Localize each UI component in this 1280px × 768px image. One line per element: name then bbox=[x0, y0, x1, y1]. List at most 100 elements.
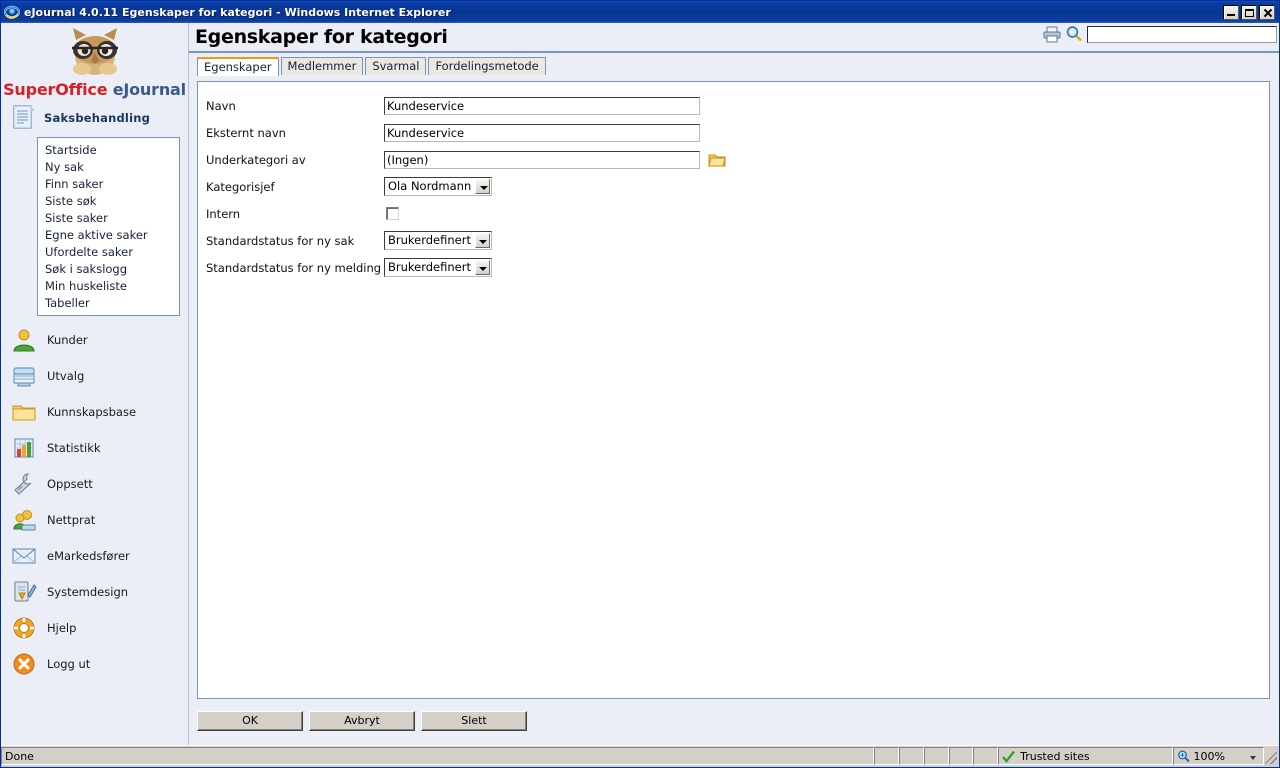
submenu-item-ny-sak[interactable]: Ny sak bbox=[38, 158, 179, 175]
delete-button[interactable]: Slett bbox=[421, 711, 527, 731]
submenu-item-tabeller[interactable]: Tabeller bbox=[38, 294, 179, 311]
sidebar-item-label: eMarkedsfører bbox=[47, 549, 130, 563]
sidebar-item-label: Hjelp bbox=[47, 621, 77, 635]
form-row-intern: Intern bbox=[206, 200, 1269, 227]
sidebar-group-label: Saksbehandling bbox=[44, 111, 151, 125]
sidebar-item-kunder[interactable]: Kunder bbox=[1, 322, 188, 358]
standardstatus-melding-select[interactable]: Brukerdefinert bbox=[384, 258, 492, 277]
search-input[interactable] bbox=[1087, 25, 1277, 43]
sidebar-item-emarkedsforer[interactable]: eMarkedsfører bbox=[1, 538, 188, 574]
title-bar: eJournal 4.0.11 Egenskaper for kategori … bbox=[1, 1, 1279, 23]
underkategori-label: Underkategori av bbox=[206, 152, 306, 167]
sidebar-item-statistikk[interactable]: Statistikk bbox=[1, 430, 188, 466]
submenu-item-egne-aktive-saker[interactable]: Egne aktive saker bbox=[38, 226, 179, 243]
form-row-navn: Navn bbox=[206, 92, 1269, 119]
submenu-item-startside[interactable]: Startside bbox=[38, 141, 179, 158]
printer-icon[interactable] bbox=[1043, 25, 1061, 43]
envelope-icon bbox=[12, 548, 36, 564]
archive-basket-icon bbox=[13, 367, 35, 387]
tab-egenskaper[interactable]: Egenskaper bbox=[197, 57, 279, 76]
form-row-kategorisjef: Kategorisjef Ola Nordmann bbox=[206, 173, 1269, 200]
resize-grip[interactable] bbox=[1264, 747, 1278, 765]
sidebar-item-utvalg[interactable]: Utvalg bbox=[1, 358, 188, 394]
kategorisjef-select[interactable]: Ola Nordmann bbox=[384, 177, 493, 196]
eksternt-navn-input[interactable] bbox=[384, 123, 700, 142]
logout-circle-x-icon bbox=[13, 653, 35, 675]
sidebar-item-nettprat[interactable]: Nettprat bbox=[1, 502, 188, 538]
brand-superoffice: SuperOffice bbox=[3, 80, 108, 99]
standardstatus-sak-select[interactable]: Brukerdefinert bbox=[384, 231, 492, 250]
chevron-down-icon[interactable] bbox=[474, 260, 490, 275]
status-text: Done bbox=[1, 747, 875, 765]
status-cell-blank-2 bbox=[899, 747, 924, 765]
submenu-item-sok-i-sakslogg[interactable]: Søk i sakslogg bbox=[38, 260, 179, 277]
status-bar: Done Trusted sites 100% bbox=[1, 745, 1279, 767]
submenu-item-siste-saker[interactable]: Siste saker bbox=[38, 209, 179, 226]
green-check-icon bbox=[1002, 750, 1016, 763]
chevron-down-icon[interactable] bbox=[474, 233, 490, 248]
minimize-button[interactable] bbox=[1223, 4, 1239, 20]
form-row-standardstatus-sak: Standardstatus for ny sak Brukerdefinert bbox=[206, 227, 1269, 254]
submenu-item-min-huskeliste[interactable]: Min huskeliste bbox=[38, 277, 179, 294]
folder-icon bbox=[12, 405, 36, 421]
status-cell-blank-1 bbox=[874, 747, 900, 765]
internet-explorer-icon bbox=[4, 4, 20, 20]
status-cell-blank-5 bbox=[973, 747, 999, 765]
sidebar-item-label: Utvalg bbox=[47, 369, 85, 383]
zoom-level-label: 100% bbox=[1193, 749, 1225, 763]
underkategori-input[interactable] bbox=[384, 150, 700, 169]
header-tools bbox=[1043, 25, 1277, 43]
brand-ejournal: eJournal bbox=[112, 80, 186, 99]
owl-logo-icon bbox=[71, 28, 118, 75]
sidebar-item-logg-ut[interactable]: Logg ut bbox=[1, 646, 188, 682]
sidebar: SuperOffice eJournal Saksbehandling Star… bbox=[1, 23, 189, 745]
chevron-down-icon[interactable] bbox=[1250, 756, 1257, 760]
content-area: Egenskaper for kategori Egenskaper Medle… bbox=[189, 23, 1279, 745]
standardstatus-melding-value: Brukerdefinert bbox=[388, 260, 471, 274]
security-zone[interactable]: Trusted sites bbox=[998, 747, 1174, 765]
person-icon bbox=[13, 329, 35, 352]
tab-medlemmer[interactable]: Medlemmer bbox=[280, 57, 364, 75]
sidebar-item-label: Kunder bbox=[47, 333, 88, 347]
sidebar-item-label: Oppsett bbox=[47, 477, 93, 491]
tab-panel-egenskaper: Navn Eksternt navn Underkategori av bbox=[197, 81, 1270, 699]
form-row-eksternt-navn: Eksternt navn bbox=[206, 119, 1269, 146]
window-title: eJournal 4.0.11 Egenskaper for kategori … bbox=[24, 5, 451, 19]
dialog-buttons: OK Avbryt Slett bbox=[197, 711, 527, 731]
brand-title: SuperOffice eJournal bbox=[1, 80, 188, 99]
sidebar-item-label: Statistikk bbox=[47, 441, 101, 455]
magnifier-key-icon[interactable] bbox=[1065, 25, 1083, 43]
sidebar-group-saksbehandling[interactable]: Saksbehandling bbox=[1, 99, 188, 137]
intern-label: Intern bbox=[206, 206, 241, 221]
zoom-control[interactable]: 100% bbox=[1173, 747, 1265, 765]
kategorisjef-label: Kategorisjef bbox=[206, 179, 275, 194]
life-ring-icon bbox=[13, 617, 35, 639]
sidebar-item-kunnskapsbase[interactable]: Kunnskapsbase bbox=[1, 394, 188, 430]
wrench-icon bbox=[14, 473, 32, 495]
submenu-item-finn-saker[interactable]: Finn saker bbox=[38, 175, 179, 192]
logo-area: SuperOffice eJournal bbox=[1, 23, 188, 99]
cancel-button[interactable]: Avbryt bbox=[309, 711, 415, 731]
sidebar-item-hjelp[interactable]: Hjelp bbox=[1, 610, 188, 646]
tab-svarmal[interactable]: Svarmal bbox=[365, 57, 427, 75]
security-zone-label: Trusted sites bbox=[1020, 749, 1090, 763]
form-row-underkategori: Underkategori av bbox=[206, 146, 1269, 173]
submenu-item-siste-sok[interactable]: Siste søk bbox=[38, 192, 179, 209]
close-button[interactable] bbox=[1259, 4, 1275, 20]
submenu-item-ufordelte-saker[interactable]: Ufordelte saker bbox=[38, 243, 179, 260]
people-chat-icon bbox=[13, 510, 36, 531]
open-folder-icon[interactable] bbox=[708, 152, 726, 168]
ok-button[interactable]: OK bbox=[197, 711, 303, 731]
window-body: SuperOffice eJournal Saksbehandling Star… bbox=[1, 23, 1279, 745]
status-cell-blank-4 bbox=[948, 747, 974, 765]
page-title: Egenskaper for kategori bbox=[195, 26, 448, 48]
sidebar-item-oppsett[interactable]: Oppsett bbox=[1, 466, 188, 502]
intern-checkbox[interactable] bbox=[386, 207, 399, 220]
document-icon bbox=[13, 105, 35, 129]
tab-fordelingsmetode[interactable]: Fordelingsmetode bbox=[428, 57, 546, 75]
maximize-button[interactable] bbox=[1241, 4, 1257, 20]
chevron-down-icon[interactable] bbox=[475, 179, 491, 194]
sidebar-item-label: Nettprat bbox=[47, 513, 96, 527]
navn-input[interactable] bbox=[384, 96, 700, 115]
sidebar-item-systemdesign[interactable]: Systemdesign bbox=[1, 574, 188, 610]
